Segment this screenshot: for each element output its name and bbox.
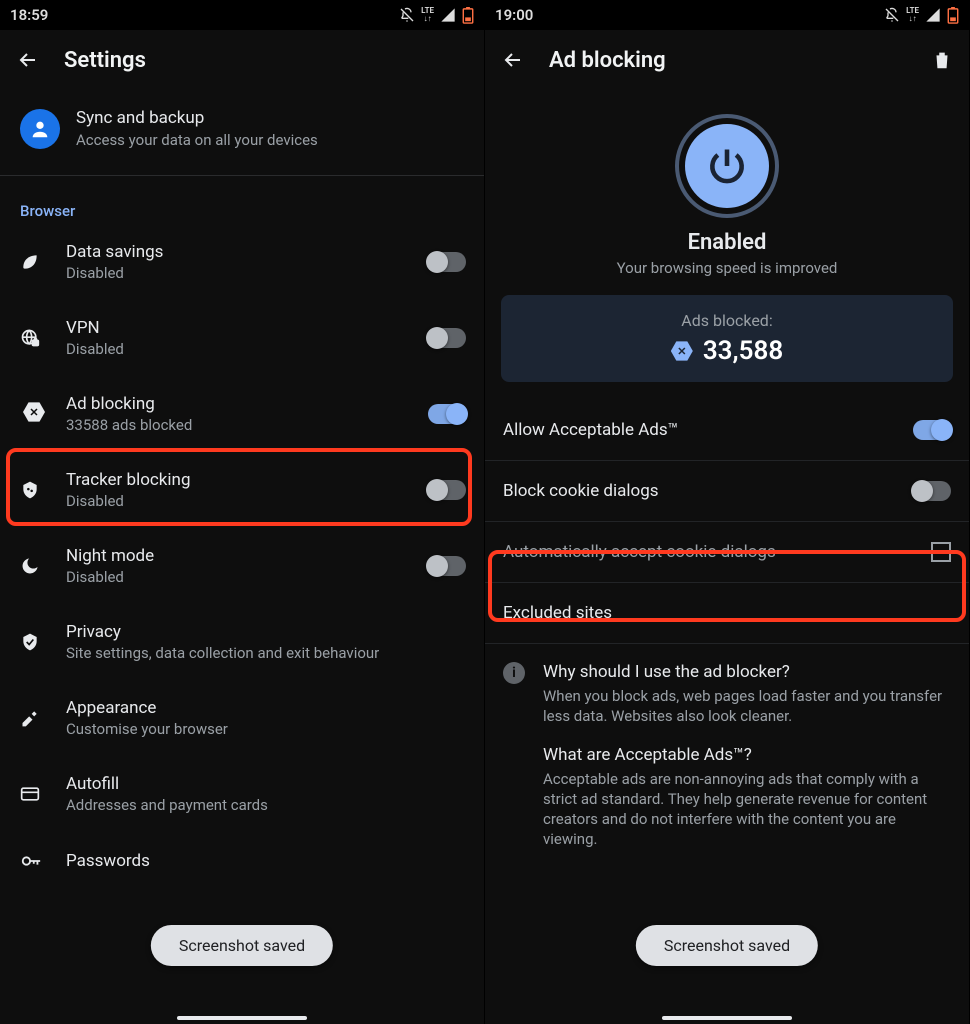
row-subtitle: Addresses and payment cards — [66, 796, 466, 814]
row-auto-accept-cookie[interactable]: Automatically accept cookie dialogs — [485, 522, 969, 583]
status-bar: 19:00 LTE↓↑ — [485, 0, 969, 30]
row-label: Block cookie dialogs — [503, 481, 897, 501]
row-subtitle: Customise your browser — [66, 720, 466, 738]
row-title: Appearance — [66, 698, 466, 718]
faq-answer: Acceptable ads are non-annoying ads that… — [543, 769, 951, 850]
sync-row[interactable]: Sync and backup Access your data on all … — [0, 90, 484, 167]
back-icon[interactable] — [501, 48, 525, 72]
row-tracker-blocking[interactable]: Tracker blocking Disabled — [0, 452, 484, 528]
row-block-cookie-dialogs[interactable]: Block cookie dialogs — [485, 461, 969, 522]
row-title: Data savings — [66, 242, 410, 262]
toggle-block-cookie[interactable] — [913, 481, 951, 501]
row-ad-blocking[interactable]: .row .hex::after{color:#0e0e0e} Ad block… — [0, 376, 484, 452]
row-title: Privacy — [66, 622, 466, 642]
stats-value: 33,588 — [703, 336, 783, 366]
hex-x-icon: .row .hex::after{color:#0e0e0e} — [20, 401, 48, 427]
lte-icon: LTE↓↑ — [906, 7, 919, 23]
signal-icon — [925, 7, 941, 23]
nav-handle[interactable] — [177, 1016, 307, 1020]
toggle-tracker[interactable] — [428, 480, 466, 500]
enabled-label: Enabled — [485, 230, 969, 255]
row-subtitle: Disabled — [66, 568, 410, 586]
row-title: Ad blocking — [66, 394, 410, 414]
faq-acceptable: What are Acceptable Ads™? Acceptable ads… — [485, 735, 969, 858]
toast: Screenshot saved — [636, 925, 818, 966]
lte-icon: LTE↓↑ — [421, 7, 434, 23]
battery-icon — [462, 7, 474, 24]
brush-icon — [20, 708, 48, 728]
row-label: Excluded sites — [503, 603, 951, 623]
faq-question: Why should I use the ad blocker? — [543, 662, 951, 682]
key-icon — [20, 850, 48, 872]
row-passwords[interactable]: Passwords — [0, 832, 484, 902]
stats-label: Ads blocked: — [511, 311, 943, 330]
row-subtitle: Disabled — [66, 264, 410, 282]
toggle-vpn[interactable] — [428, 328, 466, 348]
settings-screen: 18:59 LTE↓↑ Settings Sync and backup — [0, 0, 485, 1024]
trash-icon[interactable] — [931, 49, 953, 71]
row-title: Autofill — [66, 774, 466, 794]
globe-lock-icon — [20, 328, 48, 348]
moon-icon — [20, 556, 48, 576]
row-title: Tracker blocking — [66, 470, 410, 490]
row-title: VPN — [66, 318, 410, 338]
toggle-acceptable-ads[interactable] — [913, 420, 951, 440]
faq-answer: When you block ads, web pages load faste… — [543, 686, 951, 727]
row-subtitle: Site settings, data collection and exit … — [66, 644, 466, 662]
status-time: 19:00 — [495, 6, 884, 24]
app-bar: Ad blocking — [485, 30, 969, 90]
card-icon — [20, 784, 48, 804]
notification-off-icon — [399, 7, 415, 23]
row-excluded-sites[interactable]: Excluded sites — [485, 583, 969, 644]
faq-why: i Why should I use the ad blocker? When … — [485, 644, 969, 735]
adblock-screen: 19:00 LTE↓↑ Ad blocking Enabled — [485, 0, 970, 1024]
notification-off-icon — [884, 7, 900, 23]
row-subtitle: Disabled — [66, 340, 410, 358]
enabled-sub: Your browsing speed is improved — [485, 259, 969, 277]
row-data-savings[interactable]: Data savings Disabled — [0, 224, 484, 300]
toast: Screenshot saved — [151, 925, 333, 966]
row-autofill[interactable]: Autofill Addresses and payment cards — [0, 756, 484, 832]
toggle-ad-blocking[interactable] — [428, 404, 466, 424]
section-browser: Browser — [0, 184, 484, 224]
row-appearance[interactable]: Appearance Customise your browser — [0, 680, 484, 756]
info-icon: i — [503, 662, 525, 684]
row-subtitle: 33588 ads blocked — [66, 416, 410, 434]
avatar-icon — [20, 109, 60, 149]
hex-icon — [671, 340, 693, 362]
back-icon[interactable] — [16, 48, 40, 72]
nav-handle[interactable] — [662, 1016, 792, 1020]
footprints-icon — [20, 480, 48, 500]
row-night-mode[interactable]: Night mode Disabled — [0, 528, 484, 604]
page-title: Settings — [64, 48, 468, 73]
row-label: Automatically accept cookie dialogs — [503, 542, 915, 562]
stats-card: Ads blocked: 33,588 — [501, 295, 953, 382]
toggle-data-savings[interactable] — [428, 252, 466, 272]
sync-subtitle: Access your data on all your devices — [76, 131, 464, 149]
sync-title: Sync and backup — [76, 108, 464, 128]
shield-check-icon — [20, 632, 48, 652]
page-title: Ad blocking — [549, 48, 907, 73]
row-title: Passwords — [66, 851, 466, 871]
app-bar: Settings — [0, 30, 484, 90]
toggle-night[interactable] — [428, 556, 466, 576]
row-title: Night mode — [66, 546, 410, 566]
faq-question: What are Acceptable Ads™? — [543, 745, 951, 765]
battery-icon — [947, 7, 959, 24]
row-vpn[interactable]: VPN Disabled — [0, 300, 484, 376]
status-time: 18:59 — [10, 6, 399, 24]
row-privacy[interactable]: Privacy Site settings, data collection a… — [0, 604, 484, 680]
power-button[interactable] — [679, 118, 775, 214]
leaf-icon — [20, 252, 48, 272]
row-label: Allow Acceptable Ads™ — [503, 420, 897, 440]
status-bar: 18:59 LTE↓↑ — [0, 0, 484, 30]
row-acceptable-ads[interactable]: Allow Acceptable Ads™ — [485, 400, 969, 461]
signal-icon — [440, 7, 456, 23]
row-subtitle: Disabled — [66, 492, 410, 510]
checkbox-auto-cookie[interactable] — [931, 542, 951, 562]
